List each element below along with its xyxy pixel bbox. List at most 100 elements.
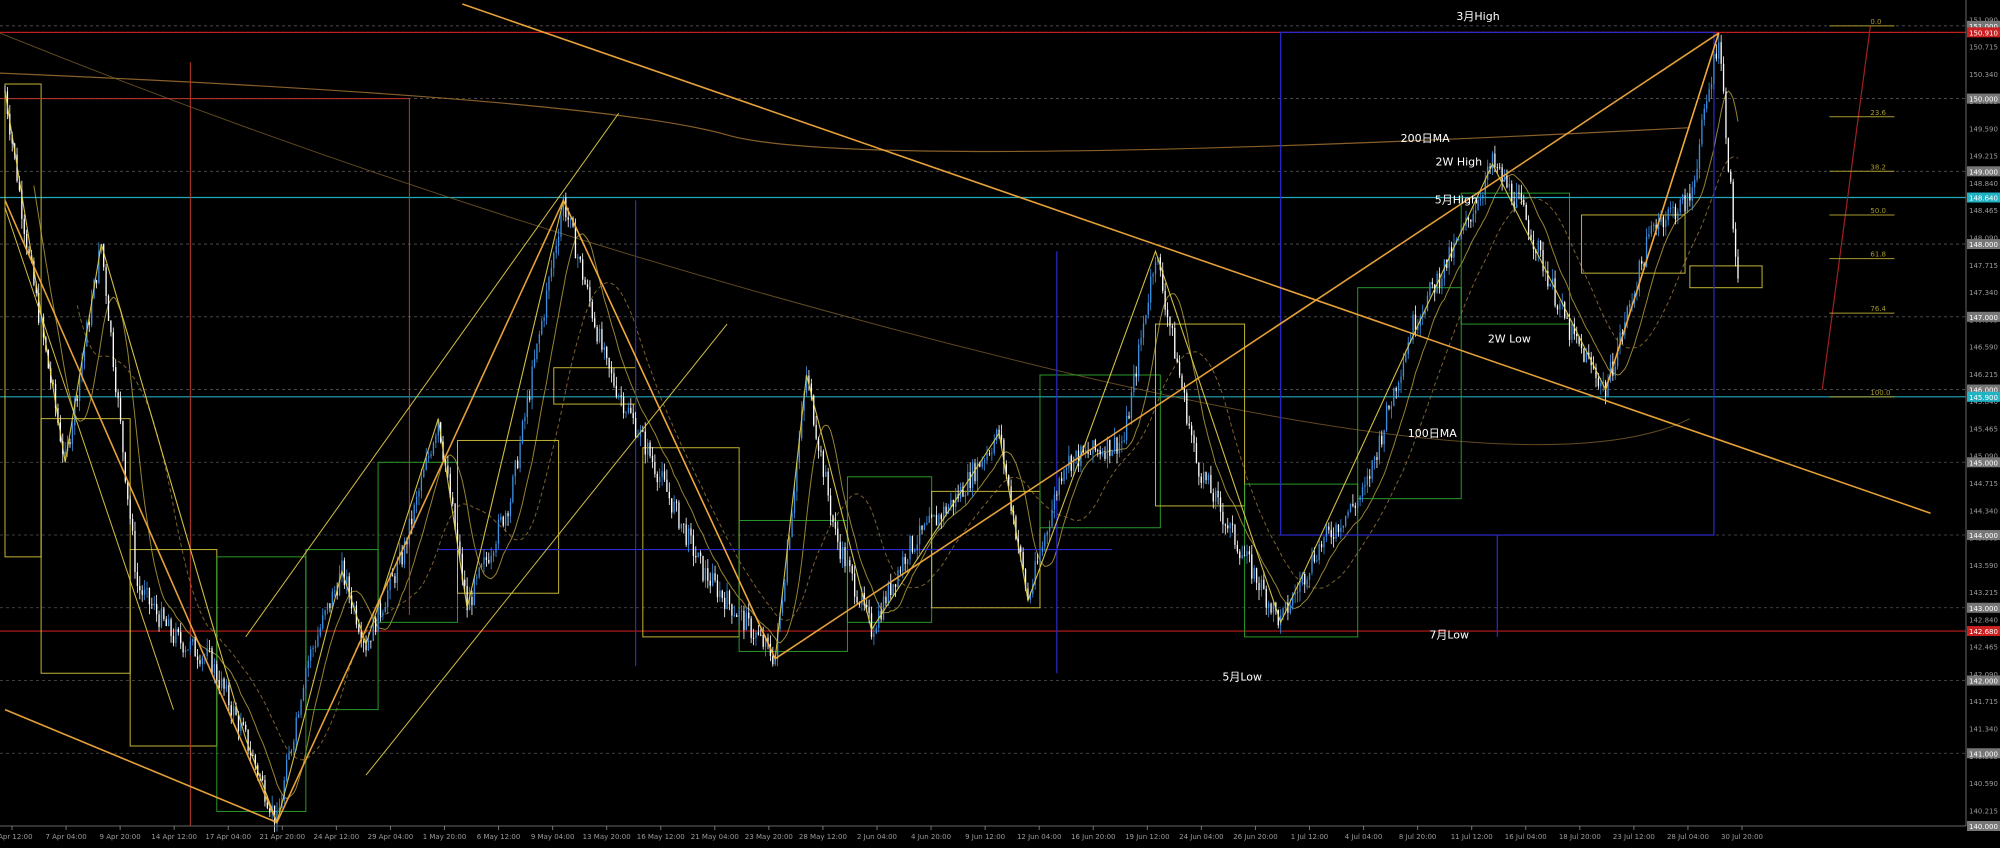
candle-body — [375, 618, 377, 633]
price-tag-label: 143.000 — [1969, 605, 1998, 613]
range-box — [1155, 323, 1246, 507]
candle-body — [1099, 450, 1101, 455]
candle-body — [868, 607, 870, 614]
candle-body — [358, 624, 360, 632]
price-tag-label: 150.000 — [1969, 96, 1998, 104]
candle-body — [733, 615, 735, 617]
candle-body — [846, 560, 849, 567]
candle-body — [909, 536, 911, 560]
candle-body — [1207, 474, 1210, 481]
candle-body — [1397, 382, 1400, 392]
fib-label: 0.0 — [1870, 18, 1881, 26]
candle-body — [632, 412, 634, 419]
candle-body — [724, 597, 726, 609]
candle-body — [1340, 527, 1342, 533]
candle-body — [143, 589, 146, 595]
candle-body — [613, 373, 615, 386]
candle-body — [1224, 524, 1226, 526]
candle-body — [112, 332, 114, 368]
candle-body — [974, 463, 976, 482]
fx-chart[interactable]: 0.0 23.6 38.2 50.0 61.8 76.4 100.0 3月High 200日M… — [0, 0, 2000, 844]
candle-body — [136, 571, 139, 586]
candle-body — [1600, 383, 1602, 387]
candle-body — [983, 460, 986, 462]
candle-body — [728, 591, 731, 605]
price-tag-label: 145.000 — [1969, 459, 1998, 467]
candle-body — [459, 541, 461, 554]
trend-lines — [4, 3, 1931, 824]
candle-body — [384, 607, 386, 613]
candle-body — [1089, 453, 1092, 455]
candle-body — [182, 643, 184, 653]
candle-body — [841, 546, 844, 559]
candle-body — [76, 398, 78, 402]
candle-body — [127, 481, 129, 500]
candle-body — [822, 451, 825, 477]
candle-body — [228, 685, 230, 706]
candle-body — [711, 573, 714, 586]
candle-body — [502, 516, 504, 526]
candle-body — [1378, 435, 1381, 460]
candle-body — [1710, 83, 1713, 89]
candle-body — [1482, 194, 1484, 199]
candle-body — [745, 612, 748, 631]
candle-body — [680, 523, 683, 529]
candle-body — [1296, 591, 1299, 594]
candle-body — [743, 610, 745, 631]
candle-body — [524, 417, 526, 422]
y-tick-label: 142.465 — [1969, 644, 1998, 652]
candle-body — [490, 555, 492, 563]
chart-canvas[interactable]: 0.0 23.6 38.2 50.0 61.8 76.4 100.0 3月High 200日M… — [0, 0, 2000, 844]
candle-body — [1284, 602, 1287, 609]
ma-100 — [0, 32, 1691, 446]
candle-body — [784, 582, 786, 601]
candle-body — [1429, 282, 1431, 296]
y-tick-label: 145.465 — [1969, 425, 1998, 433]
y-tick-label: 141.340 — [1969, 726, 1998, 734]
annotation-label: 200日MA — [1401, 132, 1450, 145]
candle-body — [950, 499, 952, 507]
candle-body — [1198, 462, 1200, 477]
candle-body — [1270, 603, 1272, 613]
price-tag-label: 140.000 — [1969, 823, 1998, 831]
candle-body — [671, 498, 673, 513]
candle-body — [610, 368, 613, 374]
candle-body — [577, 256, 579, 259]
candle-body — [1101, 452, 1104, 455]
candle-body — [413, 504, 415, 525]
fib-label: 61.8 — [1870, 251, 1886, 259]
candle-body — [329, 603, 331, 608]
candle-body — [685, 524, 687, 545]
candle-body — [1118, 442, 1121, 454]
candle-body — [752, 637, 755, 639]
candle-body — [1111, 450, 1113, 456]
candle-body — [1349, 503, 1352, 512]
candle-body — [216, 664, 218, 680]
candle-body — [837, 528, 839, 542]
candle-body — [969, 472, 971, 488]
candle-body — [1236, 544, 1239, 552]
candle-body — [155, 603, 158, 615]
candle-body — [1679, 199, 1681, 213]
candle-body — [387, 590, 389, 608]
fib-label: 76.4 — [1870, 305, 1886, 313]
candle-body — [71, 425, 74, 445]
candle-body — [261, 775, 264, 781]
candle-body — [317, 635, 319, 647]
candle-body — [557, 236, 560, 246]
candle-body — [1359, 496, 1361, 501]
candle-body — [1684, 195, 1686, 212]
candle-body — [853, 573, 856, 597]
candle-body — [1641, 260, 1643, 264]
candle-body — [163, 608, 165, 620]
candle-body — [1328, 526, 1330, 530]
candle-body — [560, 216, 562, 237]
candle-body — [1325, 526, 1328, 537]
candle-body — [1580, 344, 1583, 349]
price-tag-label: 148.000 — [1969, 241, 1998, 249]
candle-body — [1474, 210, 1477, 214]
candle-body — [492, 552, 495, 556]
x-tick-label: 12 Jun 04:00 — [1017, 833, 1061, 841]
candle-body — [625, 412, 627, 414]
candle-body — [305, 668, 307, 689]
